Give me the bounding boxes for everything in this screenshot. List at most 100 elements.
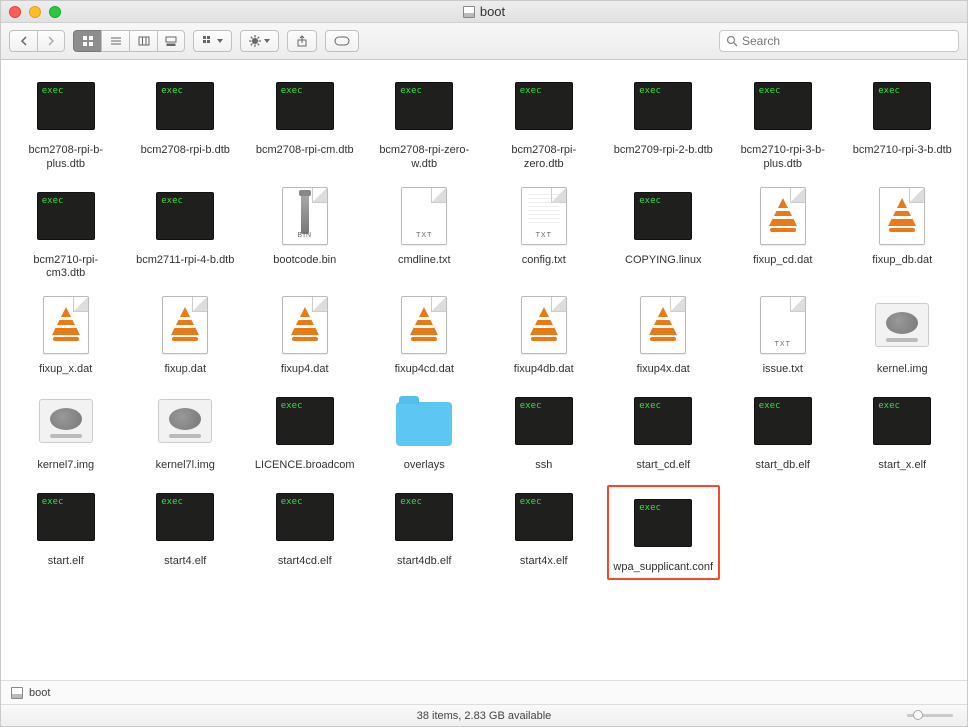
file-label: config.txt bbox=[522, 254, 566, 268]
file-label: cmdline.txt bbox=[398, 254, 451, 268]
file-item[interactable]: start4.elf bbox=[129, 485, 243, 581]
file-item[interactable]: TXTissue.txt bbox=[726, 293, 840, 377]
file-item[interactable]: start_cd.elf bbox=[607, 389, 721, 473]
file-item[interactable]: fixup_db.dat bbox=[846, 184, 960, 282]
file-item[interactable]: bcm2710-rpi-3-b-plus.dtb bbox=[726, 74, 840, 172]
file-icon-box bbox=[512, 389, 576, 453]
exec-icon bbox=[873, 82, 931, 130]
path-location[interactable]: boot bbox=[29, 687, 50, 699]
file-item[interactable]: start4db.elf bbox=[368, 485, 482, 581]
txt-file-icon: TXT bbox=[521, 187, 567, 245]
file-label: bootcode.bin bbox=[273, 254, 336, 268]
forward-button[interactable] bbox=[37, 30, 65, 52]
file-item[interactable]: start_db.elf bbox=[726, 389, 840, 473]
file-item[interactable]: bcm2710-rpi-cm3.dtb bbox=[9, 184, 123, 282]
file-label: start4db.elf bbox=[397, 555, 451, 569]
file-item[interactable]: fixup4x.dat bbox=[607, 293, 721, 377]
file-item[interactable]: COPYING.linux bbox=[607, 184, 721, 282]
action-button[interactable] bbox=[240, 30, 279, 52]
file-icon-box bbox=[153, 74, 217, 138]
disk-image-icon bbox=[158, 399, 212, 443]
file-label: fixup_cd.dat bbox=[753, 254, 812, 268]
exec-icon bbox=[37, 82, 95, 130]
exec-icon bbox=[37, 192, 95, 240]
file-item[interactable]: bcm2708-rpi-zero.dtb bbox=[487, 74, 601, 172]
file-item[interactable]: wpa_supplicant.conf bbox=[607, 485, 721, 581]
exec-icon bbox=[276, 493, 334, 541]
file-item[interactable]: kernel7l.img bbox=[129, 389, 243, 473]
file-icon-box bbox=[870, 389, 934, 453]
file-item[interactable]: start.elf bbox=[9, 485, 123, 581]
file-icon-box bbox=[631, 491, 695, 555]
file-label: start_db.elf bbox=[756, 459, 810, 473]
toolbar bbox=[1, 23, 967, 60]
zoom-slider[interactable] bbox=[907, 714, 953, 717]
file-item[interactable]: start4cd.elf bbox=[248, 485, 362, 581]
exec-icon bbox=[515, 82, 573, 130]
file-item[interactable]: ssh bbox=[487, 389, 601, 473]
file-label: kernel7.img bbox=[37, 459, 94, 473]
gallery-view-button[interactable] bbox=[157, 30, 185, 52]
file-item[interactable]: TXT cmdline.txt bbox=[368, 184, 482, 282]
file-item[interactable]: bcm2708-rpi-b.dtb bbox=[129, 74, 243, 172]
file-icon-box bbox=[273, 293, 337, 357]
file-item[interactable]: fixup4.dat bbox=[248, 293, 362, 377]
file-item[interactable]: bcm2710-rpi-3-b.dtb bbox=[846, 74, 960, 172]
file-icon-box bbox=[392, 485, 456, 549]
file-item[interactable]: TXT config.txt bbox=[487, 184, 601, 282]
exec-icon bbox=[395, 493, 453, 541]
exec-icon bbox=[515, 493, 573, 541]
back-button[interactable] bbox=[9, 30, 37, 52]
file-item[interactable]: bcm2709-rpi-2-b.dtb bbox=[607, 74, 721, 172]
dat-file-icon bbox=[282, 296, 328, 354]
file-item[interactable]: bcm2708-rpi-b-plus.dtb bbox=[9, 74, 123, 172]
file-item[interactable]: kernel7.img bbox=[9, 389, 123, 473]
arrange-button[interactable] bbox=[193, 30, 232, 52]
file-icon-box bbox=[512, 293, 576, 357]
file-label: bcm2710-rpi-3-b-plus.dtb bbox=[733, 144, 833, 172]
file-item[interactable]: fixup.dat bbox=[129, 293, 243, 377]
file-item[interactable]: kernel.img bbox=[846, 293, 960, 377]
file-label: issue.txt bbox=[763, 363, 803, 377]
file-item[interactable]: BIN bootcode.bin bbox=[248, 184, 362, 282]
file-item[interactable]: overlays bbox=[368, 389, 482, 473]
file-label: start_x.elf bbox=[878, 459, 926, 473]
exec-icon bbox=[156, 82, 214, 130]
exec-icon bbox=[156, 493, 214, 541]
column-view-button[interactable] bbox=[129, 30, 157, 52]
exec-icon bbox=[634, 499, 692, 547]
file-icon-box: BIN bbox=[273, 184, 337, 248]
file-item[interactable]: LICENCE.broadcom bbox=[248, 389, 362, 473]
file-icon-box: TXT bbox=[392, 184, 456, 248]
file-item[interactable]: start4x.elf bbox=[487, 485, 601, 581]
folder-icon bbox=[396, 402, 452, 446]
file-label: bcm2709-rpi-2-b.dtb bbox=[614, 144, 713, 158]
file-label: fixup4cd.dat bbox=[395, 363, 454, 377]
tags-button[interactable] bbox=[325, 30, 359, 52]
file-icon-box bbox=[631, 74, 695, 138]
file-icon-box bbox=[870, 293, 934, 357]
file-icon-box bbox=[631, 293, 695, 357]
file-item[interactable]: bcm2711-rpi-4-b.dtb bbox=[129, 184, 243, 282]
icon-view-button[interactable] bbox=[73, 30, 101, 52]
exec-icon bbox=[395, 82, 453, 130]
search-input[interactable] bbox=[742, 34, 952, 48]
file-icon-box bbox=[392, 74, 456, 138]
exec-icon bbox=[634, 397, 692, 445]
file-grid-area[interactable]: bcm2708-rpi-b-plus.dtbbcm2708-rpi-b.dtbb… bbox=[1, 60, 967, 680]
file-item[interactable]: fixup_cd.dat bbox=[726, 184, 840, 282]
file-item[interactable]: fixup4db.dat bbox=[487, 293, 601, 377]
file-item[interactable]: fixup_x.dat bbox=[9, 293, 123, 377]
file-item[interactable]: start_x.elf bbox=[846, 389, 960, 473]
file-item[interactable]: bcm2708-rpi-zero-w.dtb bbox=[368, 74, 482, 172]
share-button[interactable] bbox=[287, 30, 317, 52]
search-field[interactable] bbox=[719, 30, 959, 52]
file-label: ssh bbox=[535, 459, 552, 473]
file-label: bcm2708-rpi-cm.dtb bbox=[256, 144, 354, 158]
file-item[interactable]: fixup4cd.dat bbox=[368, 293, 482, 377]
exec-icon bbox=[515, 397, 573, 445]
file-icon-box bbox=[751, 389, 815, 453]
exec-icon bbox=[754, 397, 812, 445]
list-view-button[interactable] bbox=[101, 30, 129, 52]
file-item[interactable]: bcm2708-rpi-cm.dtb bbox=[248, 74, 362, 172]
